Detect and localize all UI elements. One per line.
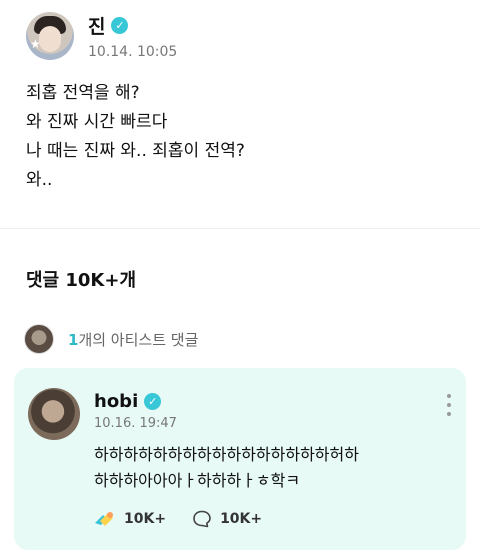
post-line: 죄홉 전역을 해? <box>26 83 140 103</box>
artist-comments-filter[interactable]: 1개의 아티스트 댓글 <box>24 324 198 354</box>
comment-timestamp: 10.16. 19:47 <box>94 416 177 431</box>
commenter-name[interactable]: hobi <box>94 391 138 412</box>
like-button[interactable]: 10K+ <box>92 509 166 529</box>
artist-comments-label: 1개의 아티스트 댓글 <box>68 329 198 350</box>
post-header: ★ 진 ✓ 10.14. 10:05 <box>26 12 177 60</box>
reply-count: 10K+ <box>220 511 263 527</box>
artist-avatar <box>24 324 54 354</box>
artist-comment-count: 1 <box>68 330 79 349</box>
author-row: 진 ✓ <box>88 12 177 39</box>
verified-badge-icon: ✓ <box>111 17 129 34</box>
more-vertical-icon[interactable] <box>446 394 452 416</box>
post-line: 와 진짜 시간 빠르다 <box>26 112 168 132</box>
star-icon: ★ <box>30 37 41 51</box>
verified-badge-icon: ✓ <box>144 393 162 410</box>
section-divider <box>0 228 480 229</box>
post-line: 나 때는 진짜 와.. 죄홉이 전역? <box>26 141 245 161</box>
author-block: 진 ✓ 10.14. 10:05 <box>88 12 177 60</box>
like-icon <box>92 509 116 529</box>
post-body: 죄홉 전역을 해? 와 진짜 시간 빠르다 나 때는 진짜 와.. 죄홉이 전역… <box>26 79 456 195</box>
comment-line: 하하하하하하하하하하하하하하하하허하 <box>94 445 359 464</box>
comment-line: 하하하아아아ㅏ하하하ㅏㅎ학ㅋ <box>94 471 301 490</box>
comment-body: 하하하하하하하하하하하하하하하하허하 하하하아아아ㅏ하하하ㅏㅎ학ㅋ <box>94 442 444 494</box>
comment-count-heading: 댓글 10K+개 <box>26 270 137 291</box>
comment-bubble-icon <box>192 509 212 529</box>
artist-comment-text: 개의 아티스트 댓글 <box>78 330 199 349</box>
like-count: 10K+ <box>124 511 167 527</box>
author-name[interactable]: 진 <box>88 12 105 39</box>
reply-button[interactable]: 10K+ <box>192 509 262 529</box>
comment-header: hobi ✓ <box>94 391 162 412</box>
comment-actions: 10K+ 10K+ <box>92 509 288 529</box>
commenter-avatar[interactable] <box>28 388 80 440</box>
artist-comment-card: hobi ✓ 10.16. 19:47 하하하하하하하하하하하하하하하하허하 하… <box>14 368 466 550</box>
author-avatar[interactable]: ★ <box>26 12 74 60</box>
post-timestamp: 10.14. 10:05 <box>88 44 178 60</box>
post-line: 와.. <box>26 170 53 190</box>
post-page: ★ 진 ✓ 10.14. 10:05 죄홉 전역을 해? 와 진짜 시간 빠르다… <box>0 0 480 552</box>
